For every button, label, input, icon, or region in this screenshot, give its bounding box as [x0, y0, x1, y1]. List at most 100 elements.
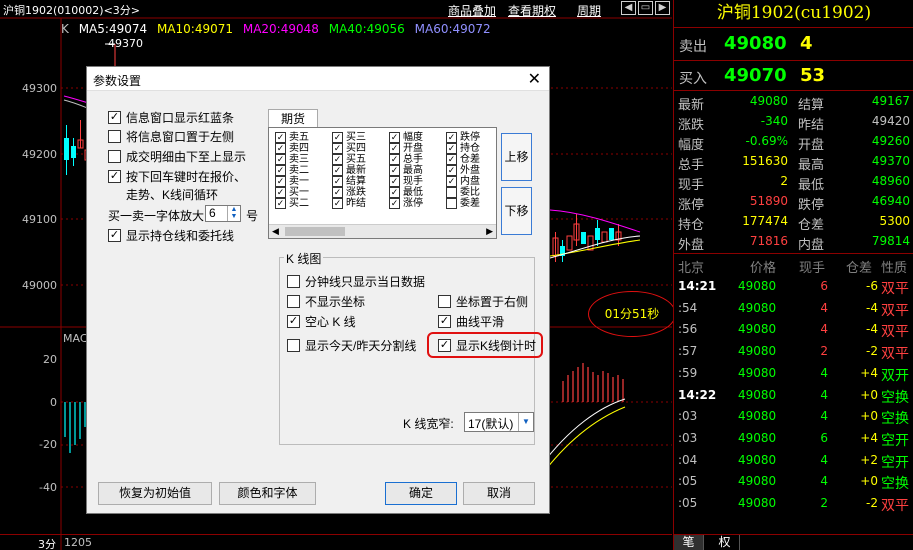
checkbox[interactable]	[275, 198, 286, 209]
table-row[interactable]: :59 49080 4 +4 双开	[674, 363, 913, 385]
option-day-divider[interactable]: 显示今天/昨天分割线	[287, 337, 416, 354]
checkbox[interactable]	[108, 229, 121, 242]
option-enter-cycle[interactable]: 按下回车键时在报价、	[108, 168, 246, 185]
list-item[interactable]: 最高	[389, 165, 445, 176]
list-item[interactable]: 外盘	[446, 165, 502, 176]
list-item[interactable]: 买四	[332, 143, 388, 154]
list-item[interactable]: 昨结	[332, 198, 388, 209]
option-hide-axis[interactable]: 不显示坐标	[287, 293, 365, 310]
period-label[interactable]: 3分	[38, 536, 56, 550]
option-info-window-bars[interactable]: 信息窗口显示红蓝条	[108, 109, 234, 126]
horizontal-scrollbar[interactable]: ◀ ▶	[269, 224, 496, 238]
checkbox[interactable]	[287, 339, 300, 352]
tab-ticks[interactable]: 笔	[674, 535, 704, 550]
option-info-window-left[interactable]: 将信息窗口置于左侧	[108, 128, 234, 145]
checkbox[interactable]	[332, 198, 343, 209]
spinner-arrows-icon[interactable]: ▲ ▼	[227, 206, 240, 221]
checkbox[interactable]	[446, 143, 457, 154]
checkbox[interactable]	[108, 170, 121, 183]
list-item[interactable]: 持仓	[446, 143, 502, 154]
list-item[interactable]: 仓差	[446, 154, 502, 165]
checkbox[interactable]	[287, 295, 300, 308]
buy-row[interactable]: 买入 49070 53	[674, 63, 913, 89]
checkbox[interactable]	[389, 154, 400, 165]
checkbox[interactable]	[275, 143, 286, 154]
chevron-down-icon[interactable]: ▼	[518, 413, 533, 431]
table-row[interactable]: :03 49080 4 +0 空换	[674, 406, 913, 428]
tab-rights[interactable]: 权	[710, 535, 740, 550]
checkbox[interactable]	[108, 111, 121, 124]
color-font-button[interactable]: 颜色和字体	[219, 482, 316, 505]
settings-dialog[interactable]: 参数设置 ✕ 信息窗口显示红蓝条 将信息窗口置于左侧 成交明细由下至上显示 按下…	[86, 66, 550, 514]
list-item[interactable]: 现手	[389, 176, 445, 187]
checkbox[interactable]	[446, 187, 457, 198]
list-item[interactable]: 涨跌	[332, 187, 388, 198]
table-row[interactable]: 14:21 49080 6 -6 双平	[674, 276, 913, 298]
checkbox[interactable]	[389, 176, 400, 187]
checkbox[interactable]	[332, 187, 343, 198]
list-item[interactable]: 开盘	[389, 143, 445, 154]
dialog-title-bar[interactable]: 参数设置 ✕	[87, 67, 549, 91]
checkbox[interactable]	[332, 132, 343, 143]
list-item[interactable]: 最低	[389, 187, 445, 198]
checkbox[interactable]	[275, 176, 286, 187]
checkbox[interactable]	[275, 154, 286, 165]
list-item[interactable]: 结算	[332, 176, 388, 187]
checkbox[interactable]	[389, 143, 400, 154]
move-up-button[interactable]: 上移	[501, 133, 532, 181]
option-axis-right[interactable]: 坐标置于右侧	[438, 293, 528, 310]
list-item[interactable]: 卖一	[275, 176, 331, 187]
move-down-button[interactable]: 下移	[501, 187, 532, 235]
list-item[interactable]: 买五	[332, 154, 388, 165]
list-item[interactable]: 委差	[446, 198, 502, 209]
table-row[interactable]: :57 49080 2 -2 双平	[674, 341, 913, 363]
checkbox[interactable]	[446, 176, 457, 187]
table-row[interactable]: :03 49080 6 +4 空开	[674, 428, 913, 450]
checkbox[interactable]	[275, 132, 286, 143]
checkbox[interactable]	[108, 150, 121, 163]
option-hollow-kline[interactable]: 空心 K 线	[287, 313, 356, 330]
scroll-thumb[interactable]	[285, 227, 345, 236]
checkbox[interactable]	[446, 132, 457, 143]
checkbox[interactable]	[275, 165, 286, 176]
close-icon[interactable]: ✕	[528, 69, 541, 89]
sell-row[interactable]: 卖出 49080 4	[674, 31, 913, 57]
option-smooth-curve[interactable]: 曲线平滑	[438, 313, 504, 330]
list-item[interactable]: 买一	[275, 187, 331, 198]
scroll-right-icon[interactable]: ▶	[486, 226, 493, 237]
option-kline-countdown[interactable]: 显示K线倒计时	[438, 337, 536, 354]
checkbox[interactable]	[446, 198, 457, 209]
list-item[interactable]: 卖四	[275, 143, 331, 154]
list-item[interactable]: 买三	[332, 132, 388, 143]
list-item[interactable]: 跌停	[446, 132, 502, 143]
list-item[interactable]: 内盘	[446, 176, 502, 187]
checkbox[interactable]	[446, 154, 457, 165]
checkbox[interactable]	[275, 187, 286, 198]
list-item[interactable]: 卖二	[275, 165, 331, 176]
cancel-button[interactable]: 取消	[463, 482, 535, 505]
table-row[interactable]: 14:22 49080 4 +0 空换	[674, 385, 913, 407]
checkbox[interactable]	[332, 154, 343, 165]
restore-defaults-button[interactable]: 恢复为初始值	[98, 482, 212, 505]
list-item[interactable]: 最新	[332, 165, 388, 176]
ok-button[interactable]: 确定	[385, 482, 457, 505]
option-show-position-lines[interactable]: 显示持仓线和委托线	[108, 227, 234, 244]
scroll-left-icon[interactable]: ◀	[272, 226, 279, 237]
list-item[interactable]: 委比	[446, 187, 502, 198]
list-item[interactable]: 卖三	[275, 154, 331, 165]
list-item[interactable]: 涨停	[389, 198, 445, 209]
table-row[interactable]: :54 49080 4 -4 双平	[674, 298, 913, 320]
table-row[interactable]: :05 49080 4 +0 空换	[674, 471, 913, 493]
font-scale-spinner[interactable]: 6 ▲ ▼	[205, 205, 241, 222]
table-row[interactable]: :56 49080 4 -4 双平	[674, 319, 913, 341]
checkbox[interactable]	[389, 187, 400, 198]
kline-width-select[interactable]: 17(默认) ▼	[464, 412, 534, 432]
table-row[interactable]: :04 49080 4 +2 空开	[674, 450, 913, 472]
table-row[interactable]: :05 49080 2 -2 双平	[674, 493, 913, 515]
list-item[interactable]: 总手	[389, 154, 445, 165]
checkbox[interactable]	[389, 198, 400, 209]
checkbox[interactable]	[446, 165, 457, 176]
option-minute-today-only[interactable]: 分钟线只显示当日数据	[287, 273, 425, 290]
checkbox[interactable]	[287, 315, 300, 328]
futures-field-list[interactable]: 卖五 卖四 卖三 卖二 卖一 买一 买二 买三 买四 买五 最新 结算 涨跌 昨…	[268, 127, 497, 239]
